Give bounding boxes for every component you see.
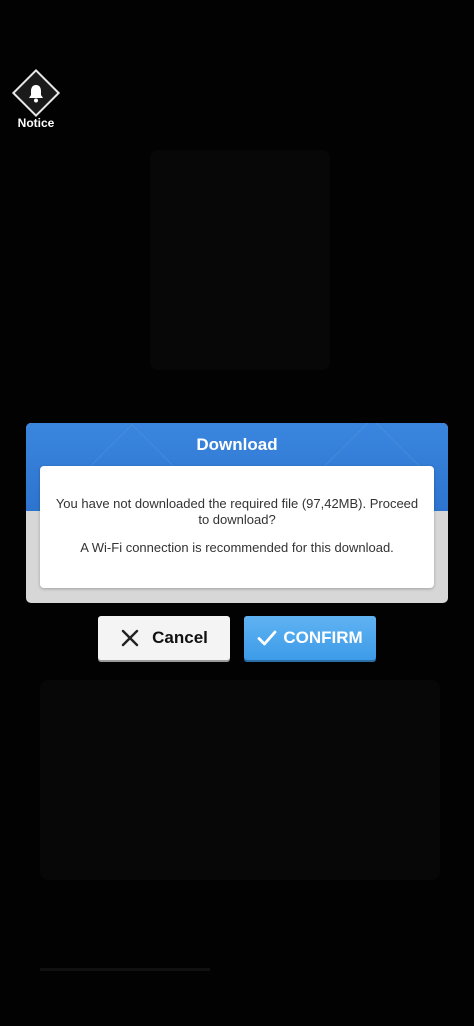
confirm-button[interactable]: CONFIRM [244, 616, 376, 660]
confirm-label: CONFIRM [283, 628, 363, 647]
app-screen: Notice Download You have not downloaded … [0, 0, 474, 1026]
dialog-body: You have not downloaded the required fil… [40, 466, 434, 588]
background-art [150, 150, 330, 370]
cancel-button[interactable]: Cancel [98, 616, 230, 660]
notice-button[interactable]: Notice [8, 68, 64, 134]
dialog-note: A Wi-Fi connection is recommended for th… [80, 540, 394, 555]
bell-icon [29, 85, 43, 103]
notice-label: Notice [17, 116, 55, 130]
close-icon [121, 629, 139, 647]
dialog-message: You have not downloaded the required fil… [55, 496, 419, 527]
download-dialog: Download You have not downloaded the req… [26, 423, 448, 603]
cancel-label: Cancel [152, 628, 208, 647]
background-art-lower [40, 680, 440, 880]
background-progress-bar [40, 968, 210, 971]
dialog-title: Download [196, 435, 278, 454]
check-icon [257, 630, 277, 646]
